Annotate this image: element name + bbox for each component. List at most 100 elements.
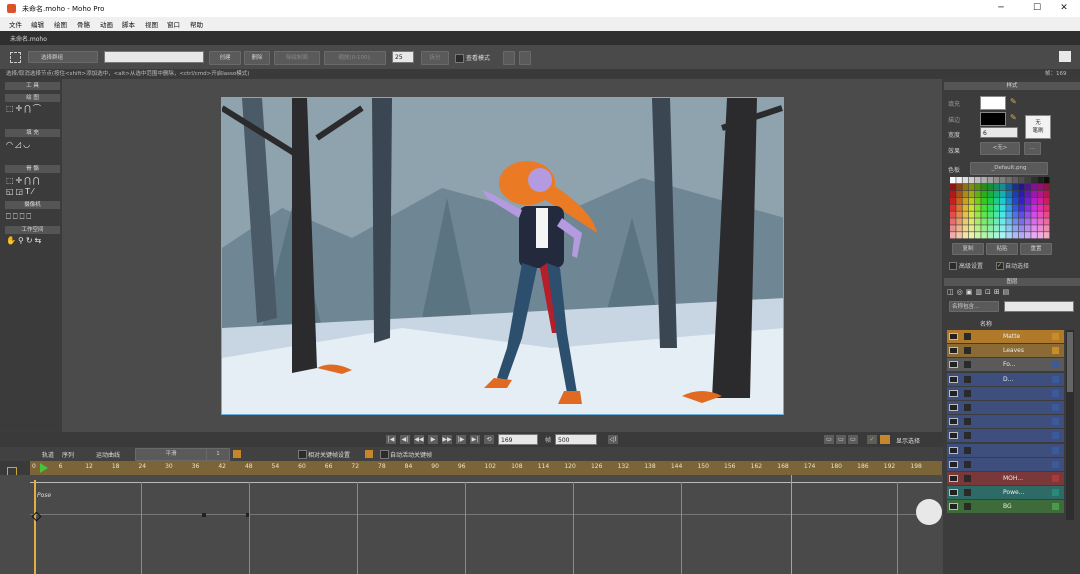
play-icon[interactable]: ▶ bbox=[428, 435, 438, 444]
layer-row[interactable]: Powe... bbox=[947, 486, 1064, 500]
scale-button[interactable]: 缩放(0-100): bbox=[324, 51, 386, 65]
eye-icon[interactable] bbox=[949, 361, 958, 369]
eye-icon[interactable] bbox=[949, 475, 958, 482]
layer-toggle[interactable] bbox=[964, 347, 971, 355]
layer-row[interactable]: Leaves bbox=[947, 344, 1064, 358]
fill-edit-icon[interactable]: ✎ bbox=[1010, 97, 1017, 106]
group-name-input[interactable] bbox=[104, 51, 204, 63]
layer-toggle[interactable] bbox=[964, 418, 971, 426]
relative-keys-checkbox[interactable] bbox=[298, 450, 307, 459]
effect-more-button[interactable]: ... bbox=[1024, 142, 1041, 155]
delete-button[interactable]: 删除 bbox=[244, 51, 270, 65]
end-frame-field[interactable]: 500 bbox=[555, 434, 597, 445]
remove-face-button[interactable]: 除绘制面 bbox=[274, 51, 320, 65]
frame-ruler[interactable]: 0 6 12 18 24 30 36 42 48 54 60 66 72 78 84 90 96 102 108 11… bbox=[30, 461, 942, 475]
eye-icon[interactable] bbox=[949, 446, 958, 454]
fill-tools-row[interactable]: ◠◿◡ bbox=[6, 140, 61, 150]
step-forward-icon[interactable]: ▶▶ bbox=[442, 435, 452, 444]
layer-toggle[interactable] bbox=[964, 475, 971, 482]
eye-icon[interactable] bbox=[949, 503, 958, 511]
layer-row[interactable]: BG bbox=[947, 500, 1064, 514]
layer-row[interactable]: Fo... bbox=[947, 358, 1064, 372]
auto-key-icon[interactable] bbox=[365, 450, 373, 458]
eye-icon[interactable] bbox=[949, 489, 958, 497]
layer-row[interactable]: Matte bbox=[947, 330, 1064, 343]
menu-file[interactable]: 文件 bbox=[9, 19, 22, 29]
layer-tool-icons[interactable]: ◫◎▣▥⊡⊞▤ bbox=[947, 288, 1067, 297]
playhead-start-icon[interactable] bbox=[40, 463, 48, 473]
floating-round-button[interactable] bbox=[916, 499, 942, 525]
copy-button[interactable]: 复制 bbox=[952, 243, 984, 255]
close-button[interactable]: ✕ bbox=[1048, 0, 1080, 17]
fill-color-swatch[interactable] bbox=[980, 96, 1006, 110]
color-palette-grid[interactable] bbox=[950, 177, 1050, 239]
color-icon[interactable] bbox=[880, 435, 890, 444]
paste-button[interactable]: 粘贴 bbox=[986, 243, 1018, 255]
layout-icon-3[interactable]: ▭ bbox=[848, 435, 858, 444]
menu-window[interactable]: 窗口 bbox=[167, 19, 180, 29]
layer-toggle[interactable] bbox=[964, 432, 971, 440]
layer-toggle[interactable] bbox=[964, 489, 971, 497]
reset-button[interactable]: 重置 bbox=[1020, 243, 1052, 255]
eye-icon[interactable] bbox=[949, 375, 958, 383]
menu-view[interactable]: 视图 bbox=[145, 19, 158, 29]
eye-icon[interactable] bbox=[949, 347, 958, 355]
layer-row[interactable] bbox=[947, 401, 1064, 414]
layer-row[interactable] bbox=[947, 386, 1064, 400]
layer-toggle[interactable] bbox=[964, 361, 971, 369]
show-selection-label[interactable]: 显示选择 bbox=[896, 436, 920, 445]
step-back-icon[interactable]: ◀◀ bbox=[414, 435, 424, 444]
layer-row[interactable]: MOH... bbox=[947, 472, 1064, 485]
effect-dropdown[interactable]: <无> bbox=[980, 142, 1020, 155]
sound-icon[interactable]: ◁) bbox=[608, 435, 618, 444]
stroke-edit-icon[interactable]: ✎ bbox=[1010, 113, 1017, 122]
prev-key-icon[interactable]: ◀| bbox=[400, 435, 410, 444]
camera-tools-row[interactable]: ⎕⎕⎕⎕ bbox=[6, 212, 61, 222]
eye-icon[interactable] bbox=[949, 418, 958, 426]
select-points-icon[interactable] bbox=[10, 52, 21, 63]
layer-row[interactable]: D... bbox=[947, 372, 1064, 386]
document-tab[interactable]: 未命名.moho bbox=[10, 34, 47, 43]
eye-icon[interactable] bbox=[949, 460, 958, 468]
rewind-icon[interactable]: |◀ bbox=[386, 435, 396, 444]
layer-toggle[interactable] bbox=[964, 389, 971, 397]
auto-select-checkbox[interactable]: ✓ bbox=[996, 262, 1004, 270]
loop-icon[interactable]: ⟲ bbox=[484, 435, 494, 444]
layer-toggle[interactable] bbox=[964, 333, 971, 340]
layer-toggle[interactable] bbox=[964, 446, 971, 454]
stage-canvas[interactable] bbox=[221, 97, 784, 415]
layer-row[interactable] bbox=[947, 443, 1064, 457]
layer-row[interactable] bbox=[947, 429, 1064, 443]
advanced-checkbox[interactable] bbox=[949, 262, 957, 270]
tab-sequencer[interactable]: 序列 bbox=[62, 450, 74, 459]
tab-channels[interactable]: 轨道 bbox=[42, 450, 54, 459]
scrollbar-thumb[interactable] bbox=[1067, 332, 1073, 392]
layer-search-input[interactable] bbox=[1004, 301, 1074, 312]
eye-icon[interactable] bbox=[949, 404, 958, 411]
layer-toggle[interactable] bbox=[964, 375, 971, 383]
next-key-icon[interactable]: |▶ bbox=[456, 435, 466, 444]
value-field[interactable]: 25 bbox=[392, 51, 414, 63]
eye-icon[interactable] bbox=[949, 333, 958, 340]
select-group-dropdown[interactable]: 选择群组 bbox=[28, 51, 98, 63]
menu-bone[interactable]: 骨骼 bbox=[77, 19, 90, 29]
layer-toggle[interactable] bbox=[964, 460, 971, 468]
draw-tools-row[interactable]: ⬚✛⋂⌒ bbox=[6, 104, 61, 114]
auto-keys-checkbox[interactable] bbox=[380, 450, 389, 459]
current-frame-field[interactable]: 169 bbox=[498, 434, 538, 445]
bone-tools-row-2[interactable]: ◱◲T⁄ bbox=[6, 187, 61, 197]
split-button[interactable]: 拆分 bbox=[421, 51, 449, 65]
end-icon[interactable]: ▶| bbox=[470, 435, 480, 444]
layout-icon-2[interactable]: ▭ bbox=[836, 435, 846, 444]
tab-motion-graph[interactable]: 运动曲线 bbox=[96, 450, 120, 459]
stroke-color-swatch[interactable] bbox=[980, 112, 1006, 126]
layer-row[interactable] bbox=[947, 415, 1064, 429]
keyframe[interactable] bbox=[202, 513, 206, 517]
menu-help[interactable]: 帮助 bbox=[190, 19, 203, 29]
panel-toggle-icon[interactable] bbox=[1059, 51, 1071, 62]
workspace-tools-row[interactable]: ✋⚲↻⇆ bbox=[6, 236, 61, 246]
check-icon[interactable]: ✓ bbox=[867, 435, 877, 444]
create-button[interactable]: 创建 bbox=[209, 51, 241, 65]
layer-filter-dropdown[interactable]: 名称包含... bbox=[949, 301, 999, 312]
minimize-button[interactable]: ─ bbox=[985, 0, 1017, 17]
